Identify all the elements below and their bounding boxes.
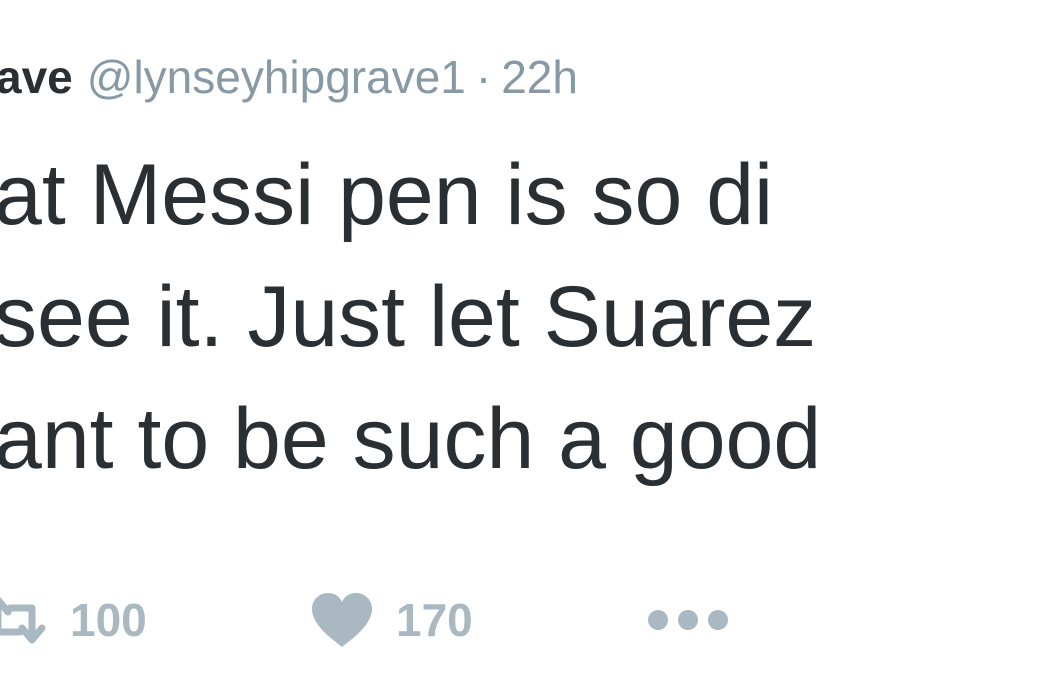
tweet-timestamp[interactable]: 22h	[501, 51, 578, 103]
tweet-text: at Messi pen is so di see it. Just let S…	[0, 134, 821, 500]
heart-icon	[310, 591, 374, 649]
user-handle[interactable]: @lynseyhipgrave1	[87, 51, 466, 103]
tweet-card: ave @lynseyhipgrave1 · 22h at Messi pen is …	[0, 0, 1050, 700]
retweet-icon	[0, 594, 48, 646]
more-options-button[interactable]	[644, 580, 732, 660]
tweet-text-line: ant to be such a good	[0, 391, 822, 487]
retweet-button[interactable]: 100	[0, 580, 147, 660]
tweet-header: ave @lynseyhipgrave1 · 22h	[0, 42, 578, 112]
like-count: 170	[396, 594, 473, 646]
header-separator: ·	[475, 51, 492, 103]
retweet-count: 100	[70, 594, 147, 646]
tweet-actions: 100 170	[0, 580, 1050, 660]
like-button[interactable]: 170	[310, 580, 473, 660]
tweet-text-line: see it. Just let Suarez	[0, 269, 817, 365]
more-dots-icon	[644, 605, 732, 635]
tweet-text-line: at Messi pen is so di	[0, 147, 774, 243]
display-name[interactable]: ave	[0, 51, 73, 103]
